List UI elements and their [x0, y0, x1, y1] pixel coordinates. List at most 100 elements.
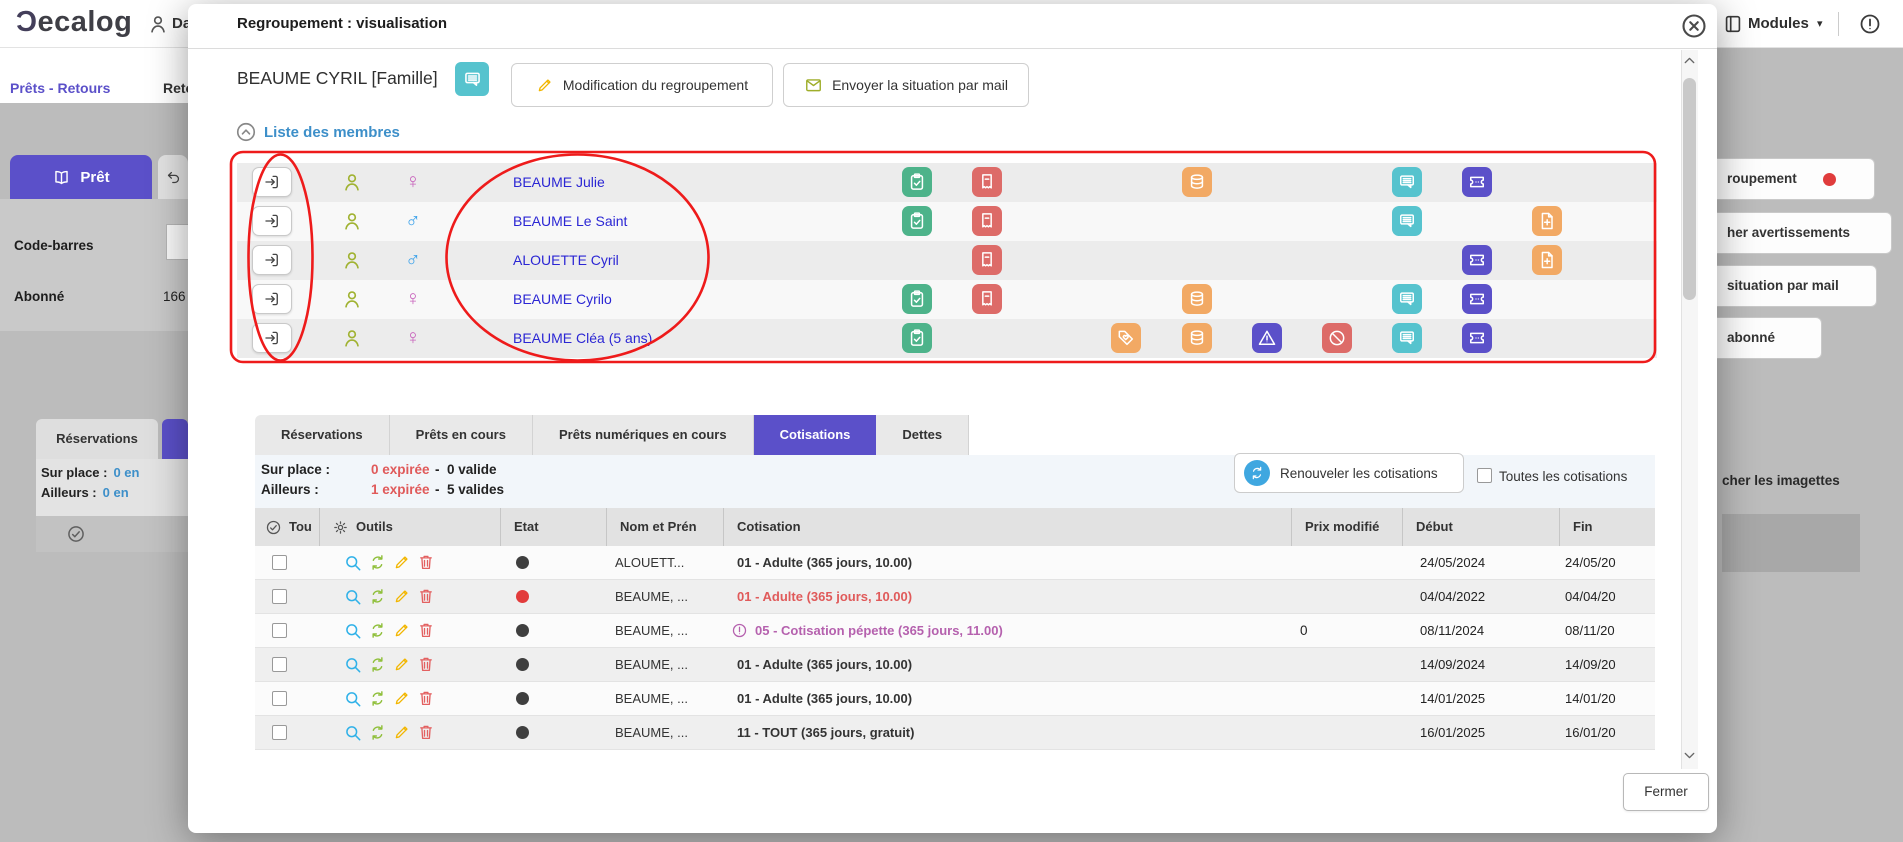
tab-cotisations[interactable]: Cotisations: [754, 415, 877, 455]
row-checkbox[interactable]: [272, 691, 287, 706]
delete-icon[interactable]: [417, 587, 435, 605]
member-name-link[interactable]: BEAUME Cléa (5 ans): [513, 330, 652, 346]
file-plus-icon[interactable]: [1532, 245, 1562, 275]
background-cutoff-button[interactable]: her avertissements: [1717, 212, 1892, 254]
clipboard-check-icon[interactable]: [902, 167, 932, 197]
edit-icon[interactable]: [393, 689, 411, 707]
ticket-icon[interactable]: [1462, 323, 1492, 353]
edit-icon[interactable]: [393, 723, 411, 741]
ticket-icon[interactable]: [1462, 167, 1492, 197]
row-checkbox[interactable]: [272, 725, 287, 740]
open-member-button[interactable]: [252, 284, 292, 314]
tab-reservations-background[interactable]: Réservations: [36, 419, 158, 459]
renew-icon[interactable]: [368, 689, 387, 708]
delete-icon[interactable]: [417, 689, 435, 707]
background-button-label: roupement: [1727, 171, 1797, 186]
scrollbar-up-icon[interactable]: [1681, 52, 1698, 72]
renew-icon[interactable]: [368, 553, 387, 572]
ticket-icon[interactable]: [1462, 245, 1492, 275]
row-checkbox[interactable]: [272, 555, 287, 570]
chat-icon[interactable]: [1392, 323, 1422, 353]
collapse-section-icon[interactable]: [235, 121, 257, 143]
tab-active-sliver[interactable]: [162, 419, 188, 459]
file-plus-icon[interactable]: [1532, 206, 1562, 236]
renew-icon[interactable]: [368, 655, 387, 674]
warning-triangle-icon[interactable]: [1252, 323, 1282, 353]
background-cutoff-button[interactable]: abonné: [1717, 317, 1822, 359]
member-name-link[interactable]: ALOUETTE Cyril: [513, 252, 619, 268]
tab-retour-sliver[interactable]: [158, 155, 188, 199]
clipboard-check-icon[interactable]: [902, 284, 932, 314]
background-cutoff-button[interactable]: situation par mail: [1717, 265, 1877, 307]
ticket-icon[interactable]: [1462, 284, 1492, 314]
column-header[interactable]: Tou: [255, 508, 320, 546]
tab-pret[interactable]: Prêt: [10, 155, 152, 199]
tab-pr-ts-en-cours[interactable]: Prêts en cours: [390, 415, 533, 455]
scrollbar-down-icon[interactable]: [1681, 747, 1698, 767]
all-cotisations-checkbox[interactable]: [1477, 468, 1492, 483]
background-cutoff-button[interactable]: roupement: [1717, 158, 1875, 200]
renew-cotisations-button[interactable]: Renouveler les cotisations: [1234, 453, 1464, 493]
members-section-title[interactable]: Liste des membres: [264, 124, 400, 141]
renew-icon[interactable]: [368, 621, 387, 640]
open-member-button[interactable]: [252, 245, 292, 275]
delete-icon[interactable]: [417, 553, 435, 571]
edit-icon[interactable]: [393, 587, 411, 605]
modify-group-button[interactable]: Modification du regroupement: [511, 63, 773, 107]
edit-icon[interactable]: [393, 621, 411, 639]
receipt-icon[interactable]: [972, 167, 1002, 197]
receipt-icon[interactable]: [972, 206, 1002, 236]
chat-button[interactable]: [455, 62, 489, 96]
tab-pr-ts-num-riques-en-cours[interactable]: Prêts numériques en cours: [533, 415, 754, 455]
database-icon[interactable]: [1182, 323, 1212, 353]
tag-icon[interactable]: [1111, 323, 1141, 353]
member-name-link[interactable]: BEAUME Julie: [513, 174, 605, 190]
delete-icon[interactable]: [417, 621, 435, 639]
edit-icon[interactable]: [393, 553, 411, 571]
fermer-button[interactable]: Fermer: [1623, 773, 1709, 811]
view-icon[interactable]: [343, 621, 363, 641]
open-member-button[interactable]: [252, 206, 292, 236]
renew-icon[interactable]: [368, 587, 387, 606]
scrollbar-thumb[interactable]: [1683, 78, 1696, 300]
imagettes-checkbox-label-fragment[interactable]: cher les imagettes: [1722, 473, 1840, 488]
send-situation-mail-button[interactable]: Envoyer la situation par mail: [783, 63, 1029, 107]
tab-r-servations[interactable]: Réservations: [255, 415, 390, 455]
decalog-app: Ɔecalog Da Modules ▾ Prêts - Retours Ret…: [0, 0, 1903, 842]
code-barres-input[interactable]: [166, 224, 188, 260]
modules-menu[interactable]: Modules: [1748, 15, 1809, 32]
view-icon[interactable]: [343, 587, 363, 607]
chat-icon[interactable]: [1392, 167, 1422, 197]
tab-dettes[interactable]: Dettes: [876, 415, 969, 455]
prohibition-icon[interactable]: [1322, 323, 1352, 353]
close-icon[interactable]: [1680, 12, 1708, 40]
chat-icon[interactable]: [1392, 284, 1422, 314]
renew-icon[interactable]: [368, 723, 387, 742]
delete-icon[interactable]: [417, 655, 435, 673]
member-name-link[interactable]: BEAUME Le Saint: [513, 213, 627, 229]
chat-icon[interactable]: [1392, 206, 1422, 236]
edit-icon[interactable]: [393, 655, 411, 673]
view-icon[interactable]: [343, 655, 363, 675]
row-checkbox[interactable]: [272, 623, 287, 638]
info-icon[interactable]: [1858, 12, 1882, 36]
column-header[interactable]: Outils: [320, 508, 501, 546]
row-checkbox[interactable]: [272, 657, 287, 672]
clipboard-check-icon[interactable]: [902, 323, 932, 353]
view-icon[interactable]: [343, 689, 363, 709]
clipboard-check-icon[interactable]: [902, 206, 932, 236]
row-checkbox[interactable]: [272, 589, 287, 604]
receipt-icon[interactable]: [972, 245, 1002, 275]
delete-icon[interactable]: [417, 723, 435, 741]
view-icon[interactable]: [343, 723, 363, 743]
open-member-button[interactable]: [252, 323, 292, 353]
open-member-button[interactable]: [252, 167, 292, 197]
database-icon[interactable]: [1182, 284, 1212, 314]
receipt-icon[interactable]: [972, 284, 1002, 314]
date-fin: 16/01/20: [1565, 725, 1616, 740]
view-icon[interactable]: [343, 553, 363, 573]
nav-item-prets-retours[interactable]: Prêts - Retours: [10, 80, 110, 96]
member-name-link[interactable]: BEAUME Cyrilo: [513, 291, 612, 307]
database-icon[interactable]: [1182, 167, 1212, 197]
circle-check-icon[interactable]: [66, 524, 86, 544]
